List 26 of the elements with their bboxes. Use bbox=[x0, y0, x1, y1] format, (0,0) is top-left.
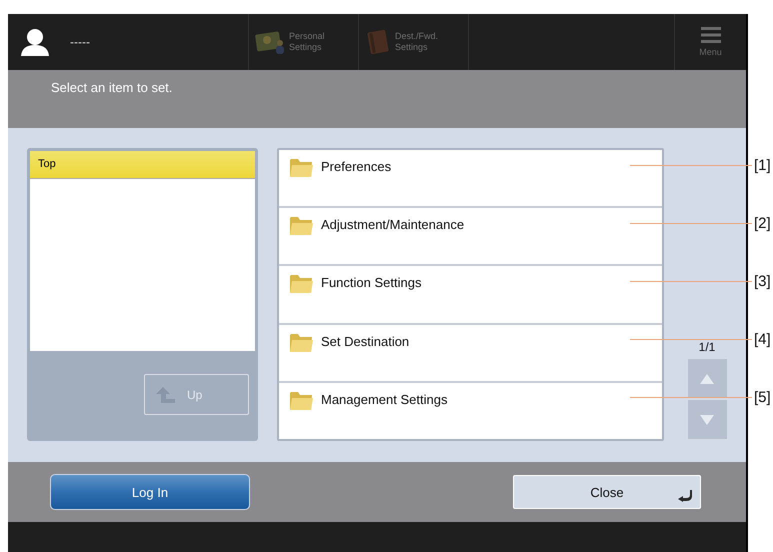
list-item[interactable]: Set Destination bbox=[279, 324, 662, 383]
list-item[interactable]: Adjustment/Maintenance bbox=[279, 208, 662, 266]
callout-label: [3] bbox=[754, 273, 771, 290]
login-button[interactable]: Log In bbox=[50, 474, 250, 510]
list-item[interactable]: Function Settings bbox=[279, 266, 662, 325]
tree-item[interactable]: Top bbox=[30, 151, 255, 179]
page-indicator: 1/1 bbox=[698, 340, 716, 354]
user-name: ----- bbox=[70, 35, 90, 49]
menu-icon bbox=[700, 27, 720, 43]
folder-icon bbox=[289, 214, 313, 236]
callout-label: [5] bbox=[754, 389, 771, 406]
instruction-text: Select an item to set. bbox=[51, 80, 172, 95]
up-arrow-icon bbox=[155, 386, 175, 402]
return-arrow-icon bbox=[678, 490, 692, 502]
user-icon bbox=[20, 28, 50, 56]
folder-icon bbox=[289, 156, 313, 178]
triangle-up-icon bbox=[700, 374, 714, 384]
close-button[interactable]: Close bbox=[513, 475, 701, 509]
folder-icon bbox=[289, 272, 313, 294]
settings-card-icon bbox=[255, 30, 285, 54]
list-item[interactable]: Management Settings bbox=[279, 382, 662, 440]
list-item[interactable]: Preferences bbox=[279, 150, 662, 208]
callout-label: [2] bbox=[754, 215, 771, 232]
triangle-down-icon bbox=[700, 414, 714, 424]
callout-label: [1] bbox=[754, 157, 771, 174]
callout-label: [4] bbox=[754, 331, 771, 348]
